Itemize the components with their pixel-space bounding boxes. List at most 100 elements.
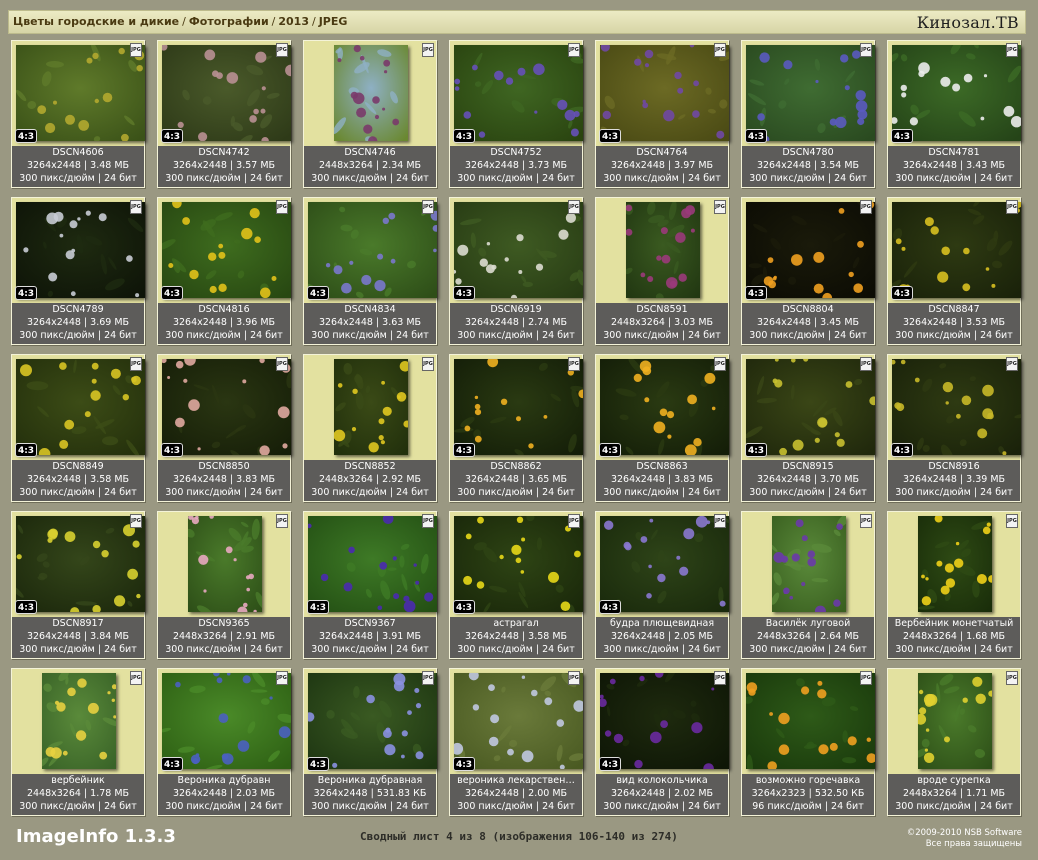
breadcrumb-item[interactable]: JPEG xyxy=(319,15,348,28)
thumbnail-image[interactable] xyxy=(454,359,583,455)
thumbnail-image[interactable] xyxy=(600,359,729,455)
header-bar: Цветы городские и дикие / Фотографии/2013/… xyxy=(8,10,1026,34)
thumbnail-image[interactable] xyxy=(334,359,408,455)
thumbnail-card[interactable]: JPG 4:3 DSCN9367 3264x2448 | 3.91 МБ 300 пик… xyxy=(303,511,437,659)
thumbnail-info: DSCN4746 2448x3264 | 2.34 МБ 300 пикс/дюйм… xyxy=(304,146,436,187)
jpg-file-icon: JPG xyxy=(130,357,142,371)
thumbnail-card[interactable]: JPG 4:3 DSCN8849 3264x2448 | 3.58 МБ 300 пик… xyxy=(11,354,145,502)
thumbnail-card[interactable]: JPG 4:3 DSCN4764 3264x2448 | 3.97 МБ 300 пик… xyxy=(595,40,729,188)
thumbnail-image[interactable] xyxy=(162,202,291,298)
thumbnail-image[interactable] xyxy=(918,673,992,769)
thumbnail-image[interactable] xyxy=(746,202,875,298)
thumbnail-card[interactable]: JPG вербейник 2448x3264 | 1.78 МБ 300 пикс/… xyxy=(11,668,145,816)
thumbnail-image[interactable] xyxy=(308,516,437,612)
thumbnail-meta: 300 пикс/дюйм | 24 бит xyxy=(457,330,575,341)
thumbnail-card[interactable]: JPG 4:3 DSCN4752 3264x2448 | 3.73 МБ 300 пик… xyxy=(449,40,583,188)
jpg-file-icon: JPG xyxy=(276,671,288,685)
thumbnail-meta: 300 пикс/дюйм | 24 бит xyxy=(457,487,575,498)
thumbnail-name: DSCN4606 xyxy=(52,147,104,158)
thumbnail-card[interactable]: JPG 4:3 астрагал 3264x2448 | 3.58 МБ 300 пик… xyxy=(449,511,583,659)
thumbnail-info: вроде сурепка 2448x3264 | 1.71 МБ 300 пикс… xyxy=(888,774,1020,815)
thumbnail-card[interactable]: JPG DSCN4746 2448x3264 | 2.34 МБ 300 пикс/д… xyxy=(303,40,437,188)
thumbnail-card[interactable]: JPG 4:3 DSCN8917 3264x2448 | 3.84 МБ 300 пик… xyxy=(11,511,145,659)
thumbnail-card[interactable]: JPG вроде сурепка 2448x3264 | 1.71 МБ 300 п… xyxy=(887,668,1021,816)
thumbnail-card[interactable]: JPG 4:3 DSCN4789 3264x2448 | 3.69 МБ 300 пик… xyxy=(11,197,145,345)
thumbnail-card[interactable]: JPG 4:3 вид колокольчика 3264x2448 | 2.02 М… xyxy=(595,668,729,816)
thumbnail-card[interactable]: JPG возможно горечавка 3264x2323 | 532.50 … xyxy=(741,668,875,816)
breadcrumb-item[interactable]: Цветы городские и дикие xyxy=(13,15,179,28)
thumbnail-info: DSCN8852 2448x3264 | 2.92 МБ 300 пикс/дюйм… xyxy=(304,460,436,501)
breadcrumb-item[interactable]: Фотографии xyxy=(189,15,269,28)
thumbnail-image[interactable] xyxy=(188,516,262,612)
thumbnail-card[interactable]: JPG 4:3 Вероника дубравн 3264x2448 | 2.03 М… xyxy=(157,668,291,816)
thumbnail-image[interactable] xyxy=(892,45,1021,141)
thumbnail-card[interactable]: JPG DSCN8591 2448x3264 | 3.03 МБ 300 пикс/д… xyxy=(595,197,729,345)
thumbnail-image[interactable] xyxy=(308,673,437,769)
thumbnail-image[interactable] xyxy=(334,45,408,141)
jpg-file-icon: JPG xyxy=(130,671,142,685)
thumbnail-card[interactable]: JPG 4:3 DSCN8850 3264x2448 | 3.83 МБ 300 пик… xyxy=(157,354,291,502)
thumbnail-meta: 300 пикс/дюйм | 24 бит xyxy=(603,330,721,341)
thumbnail-image[interactable] xyxy=(746,673,875,769)
breadcrumb-item[interactable]: 2013 xyxy=(278,15,309,28)
thumbnail-image[interactable] xyxy=(42,673,116,769)
thumbnail-image[interactable] xyxy=(162,359,291,455)
thumbnail-card[interactable]: JPG Василёк луговой 2448x3264 | 2.64 МБ 300… xyxy=(741,511,875,659)
jpg-file-icon: JPG xyxy=(568,357,580,371)
thumbnail-image[interactable] xyxy=(746,359,875,455)
thumbnail-image[interactable] xyxy=(308,202,437,298)
thumbnail-image[interactable] xyxy=(600,673,729,769)
thumbnail-card[interactable]: JPG 4:3 DSCN8915 3264x2448 | 3.70 МБ 300 пик… xyxy=(741,354,875,502)
thumbnail-card[interactable]: JPG 4:3 вероника лекарствен… 3264x2448 | 2.… xyxy=(449,668,583,816)
thumbnail-card[interactable]: JPG 4:3 DSCN8863 3264x2448 | 3.83 МБ 300 пик… xyxy=(595,354,729,502)
thumbnail-image[interactable] xyxy=(892,202,1021,298)
thumbnail-image[interactable] xyxy=(454,45,583,141)
thumbnail-card[interactable]: JPG 4:3 DSCN4780 3264x2448 | 3.54 МБ 300 пик… xyxy=(741,40,875,188)
thumbnail-image[interactable] xyxy=(918,516,992,612)
thumbnail-card[interactable]: JPG 4:3 DSCN4816 3264x2448 | 3.96 МБ 300 пик… xyxy=(157,197,291,345)
thumbnail-card[interactable]: JPG 4:3 DSCN8847 3264x2448 | 3.53 МБ 300 пик… xyxy=(887,197,1021,345)
thumbnail-meta: 300 пикс/дюйм | 24 бит xyxy=(165,487,283,498)
thumbnail-image[interactable] xyxy=(454,673,583,769)
thumbnail-image[interactable] xyxy=(16,45,145,141)
thumbnail-card[interactable]: JPG 4:3 DSCN4834 3264x2448 | 3.63 МБ 300 пик… xyxy=(303,197,437,345)
thumbnail-card[interactable]: JPG 4:3 Вероника дубравная 3264x2448 | 531.… xyxy=(303,668,437,816)
thumbnail-image[interactable] xyxy=(892,359,1021,455)
thumbnail-image[interactable] xyxy=(162,673,291,769)
thumbnail-card[interactable]: JPG 4:3 DSCN4606 3264x2448 | 3.48 МБ 300 пик… xyxy=(11,40,145,188)
thumbnail-card[interactable]: JPG Вербейник монетчатый 2448x3264 | 1.68 … xyxy=(887,511,1021,659)
thumbnail-size: 3264x2448 | 3.48 МБ xyxy=(26,160,130,171)
aspect-ratio-badge: 4:3 xyxy=(599,129,621,143)
thumbnail-image[interactable] xyxy=(626,202,700,298)
thumbnail-image[interactable] xyxy=(16,202,145,298)
thumbnail-image[interactable] xyxy=(772,516,846,612)
jpg-file-icon: JPG xyxy=(276,200,288,214)
thumbnail-card[interactable]: JPG 4:3 DSCN6919 3264x2448 | 2.74 МБ 300 пик… xyxy=(449,197,583,345)
thumbnail-card[interactable]: JPG 4:3 будра плющевидная 3264x2448 | 2.05 … xyxy=(595,511,729,659)
thumbnail-card[interactable]: JPG DSCN8852 2448x3264 | 2.92 МБ 300 пикс/д… xyxy=(303,354,437,502)
jpg-file-icon: JPG xyxy=(860,43,872,57)
sheet-summary: Сводный лист 4 из 8 (изображения 106-140… xyxy=(360,830,678,843)
thumbnail-meta: 300 пикс/дюйм | 24 бит xyxy=(457,173,575,184)
thumbnail-meta: 300 пикс/дюйм | 24 бит xyxy=(19,173,137,184)
thumbnail-name: астрагал xyxy=(493,618,539,629)
thumbnail-image[interactable] xyxy=(454,202,583,298)
thumbnail-image[interactable] xyxy=(600,45,729,141)
thumbnail-image[interactable] xyxy=(454,516,583,612)
thumbnail-image[interactable] xyxy=(600,516,729,612)
thumbnail-image[interactable] xyxy=(16,516,145,612)
thumbnail-card[interactable]: JPG 4:3 DSCN4781 3264x2448 | 3.43 МБ 300 пик… xyxy=(887,40,1021,188)
thumbnail-info: Вербейник монетчатый 2448x3264 | 1.68 МБ 3… xyxy=(888,617,1020,658)
thumbnail-name: DSCN4834 xyxy=(344,304,396,315)
thumbnail-image[interactable] xyxy=(162,45,291,141)
thumbnail-card[interactable]: JPG DSCN9365 2448x3264 | 2.91 МБ 300 пикс/д… xyxy=(157,511,291,659)
thumbnail-card[interactable]: JPG 4:3 DSCN8804 3264x2448 | 3.45 МБ 300 пик… xyxy=(741,197,875,345)
thumbnail-card[interactable]: JPG 4:3 DSCN8862 3264x2448 | 3.65 МБ 300 пик… xyxy=(449,354,583,502)
thumbnail-meta: 300 пикс/дюйм | 24 бит xyxy=(895,644,1013,655)
thumbnail-info: DSCN8847 3264x2448 | 3.53 МБ 300 пикс/дюйм… xyxy=(888,303,1020,344)
thumbnail-meta: 300 пикс/дюйм | 24 бит xyxy=(19,801,137,812)
thumbnail-image[interactable] xyxy=(746,45,875,141)
thumbnail-image[interactable] xyxy=(16,359,145,455)
thumbnail-card[interactable]: JPG 4:3 DSCN4742 3264x2448 | 3.57 МБ 300 пик… xyxy=(157,40,291,188)
thumbnail-card[interactable]: JPG 4:3 DSCN8916 3264x2448 | 3.39 МБ 300 пик… xyxy=(887,354,1021,502)
